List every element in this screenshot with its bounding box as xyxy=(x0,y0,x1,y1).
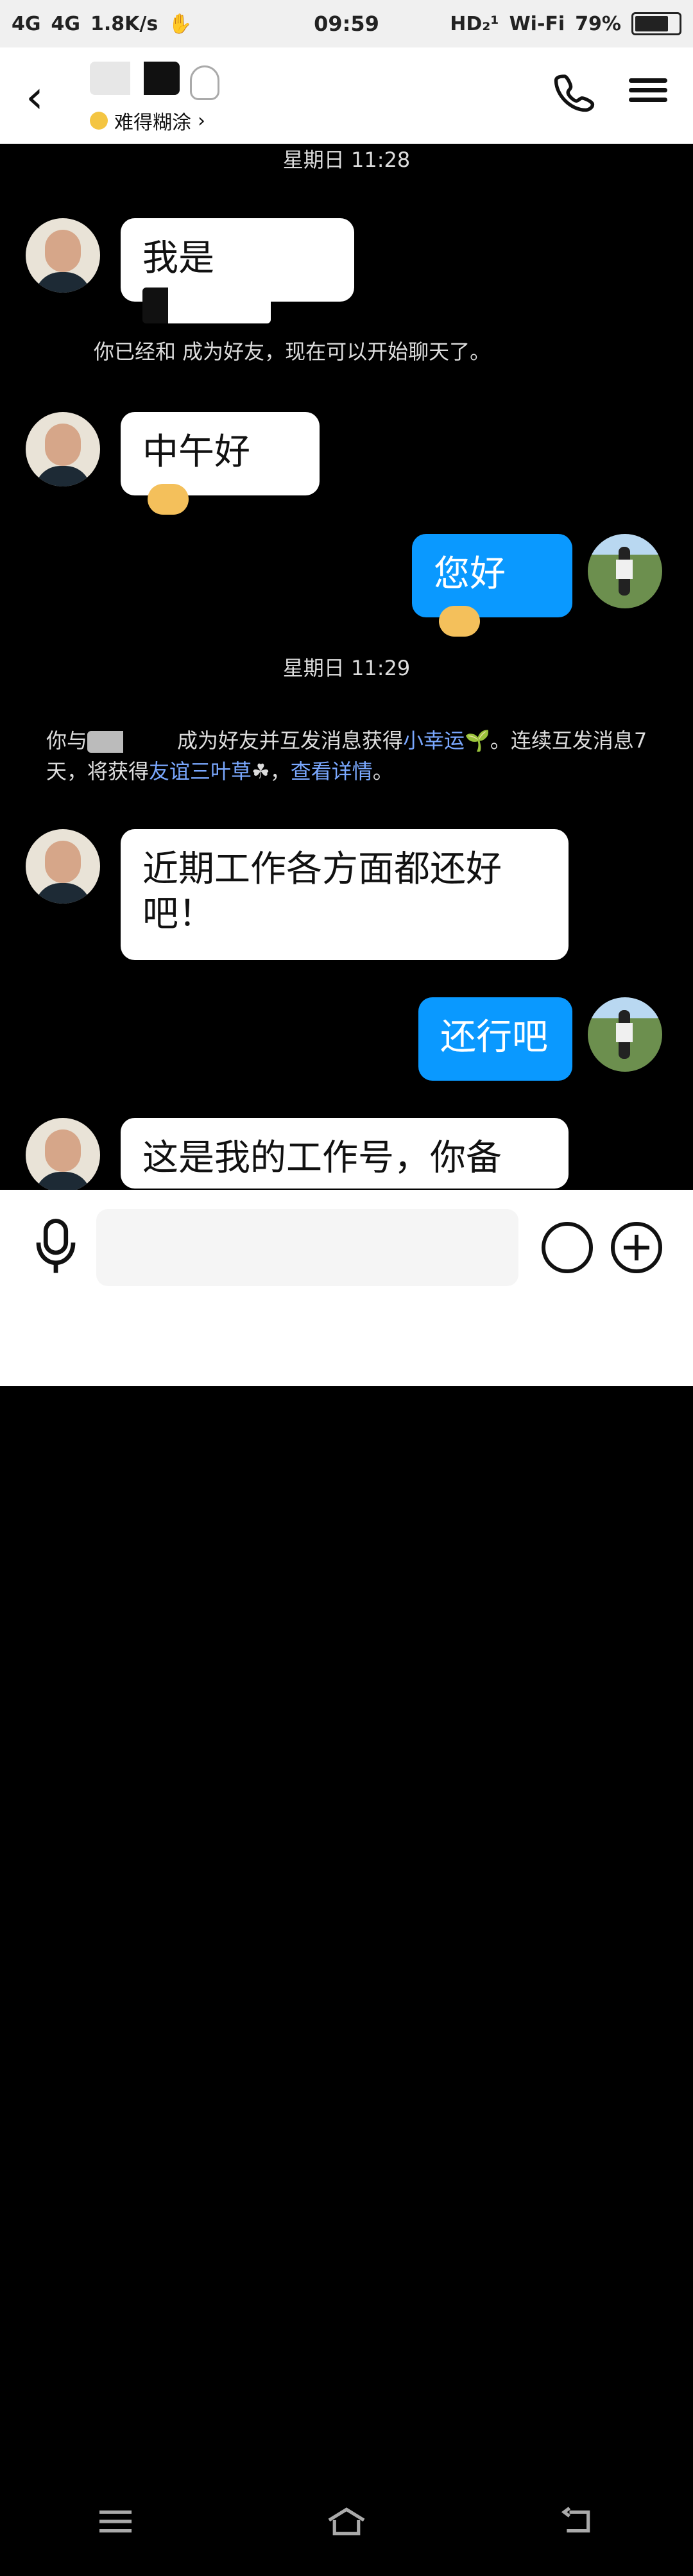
status-time: 09:59 xyxy=(314,12,379,36)
incoming-message: 中午好 xyxy=(121,412,320,515)
incoming-avatar[interactable] xyxy=(26,1118,100,1192)
system-text-part: 。 xyxy=(372,759,393,784)
incoming-avatar[interactable] xyxy=(26,412,100,486)
back-icon[interactable] xyxy=(555,2505,600,2537)
system-text-part: 你与 xyxy=(46,728,88,753)
luck-link[interactable]: 小幸运 xyxy=(403,728,465,753)
redaction xyxy=(142,287,271,323)
incoming-message: 近期工作各方面都还好吧！ xyxy=(121,829,569,960)
wifi-icon: Wi‑Fi xyxy=(509,12,565,35)
battery-percent: 79% xyxy=(575,12,621,35)
hand-icon: ✋ xyxy=(168,12,193,35)
phone-icon[interactable] xyxy=(552,69,597,114)
signal-1: 4G xyxy=(12,12,41,35)
chevron-right-icon: › xyxy=(198,109,205,132)
message-text: 这是我的工作号，你备 xyxy=(142,1137,502,1179)
system-text: 你已经和 成为好友，现在可以开始聊天了。 xyxy=(94,339,491,364)
status-right: HD₂¹ Wi‑Fi 79% xyxy=(450,12,681,35)
outgoing-message: 还行吧 xyxy=(418,997,572,1081)
incoming-avatar[interactable] xyxy=(26,829,100,904)
incoming-message: 我是 xyxy=(121,218,354,323)
self-avatar[interactable] xyxy=(588,997,662,1072)
menu-icon[interactable] xyxy=(93,2505,138,2537)
menu-icon[interactable] xyxy=(629,73,667,112)
handshake-icon xyxy=(148,483,189,515)
message-text: 我是 xyxy=(142,237,214,279)
system-text-part: 成为好友并互发消息获得 xyxy=(177,728,404,753)
message-text: 近期工作各方面都还好吧！ xyxy=(142,848,502,935)
composer xyxy=(0,1190,693,2536)
system-nav xyxy=(0,2467,693,2576)
back-icon[interactable]: ‹ xyxy=(26,74,44,119)
plus-icon[interactable] xyxy=(611,1222,662,1273)
message-text: 中午好 xyxy=(142,431,250,473)
chat-area[interactable]: 星期日 11:28 我是 你已经和 成为好友，现在可以开始聊天了。 中午好 您好… xyxy=(0,144,693,1350)
view-details-link[interactable]: 查看详情 xyxy=(291,759,373,784)
incoming-avatar[interactable] xyxy=(26,218,100,293)
system-text-part: ， xyxy=(270,759,291,784)
message-text: 您好 xyxy=(434,553,506,595)
outgoing-message: 您好 xyxy=(412,534,572,637)
time-label: 星期日 11:28 xyxy=(282,148,411,172)
battery-icon xyxy=(631,12,681,35)
ear-icon xyxy=(190,65,219,100)
incoming-message: 这是我的工作号，你备 xyxy=(121,1118,569,1189)
system-message: 你与 成为好友并互发消息获得小幸运🌱。连续互发消息7天，将获得友谊三叶草☘，查看详… xyxy=(46,725,649,787)
mic-icon[interactable] xyxy=(32,1218,80,1276)
status-emoji-icon xyxy=(90,112,108,130)
clover-icon: ☘ xyxy=(252,759,270,784)
hd-indicator: HD₂¹ xyxy=(450,12,499,35)
message-text: 还行吧 xyxy=(440,1017,548,1058)
smile-icon[interactable] xyxy=(542,1222,593,1273)
home-icon[interactable] xyxy=(324,2505,369,2537)
redaction xyxy=(87,731,178,753)
contact-info[interactable]: 难得糊涂 › xyxy=(90,62,282,139)
sprout-icon: 🌱 xyxy=(465,728,490,753)
battery-fill xyxy=(635,16,668,31)
time-label: 星期日 11:29 xyxy=(282,656,411,680)
network-speed: 1.8K/s xyxy=(90,12,158,35)
status-text: 难得糊涂 xyxy=(114,112,191,134)
status-left: 4G 4G 1.8K/s ✋ xyxy=(12,13,193,35)
signal-2: 4G xyxy=(51,12,81,35)
chat-header: ‹ 难得糊涂 › xyxy=(0,47,693,144)
contact-name xyxy=(90,62,180,95)
system-message: 你已经和 成为好友，现在可以开始聊天了。 xyxy=(94,336,490,367)
message-input[interactable] xyxy=(96,1209,518,1286)
clover-link[interactable]: 友谊三叶草 xyxy=(149,759,252,784)
status-bar: 4G 4G 1.8K/s ✋ 09:59 HD₂¹ Wi‑Fi 79% xyxy=(0,0,693,47)
handshake-icon xyxy=(439,605,480,637)
self-avatar[interactable] xyxy=(588,534,662,608)
contact-status: 难得糊涂 › xyxy=(90,107,205,135)
